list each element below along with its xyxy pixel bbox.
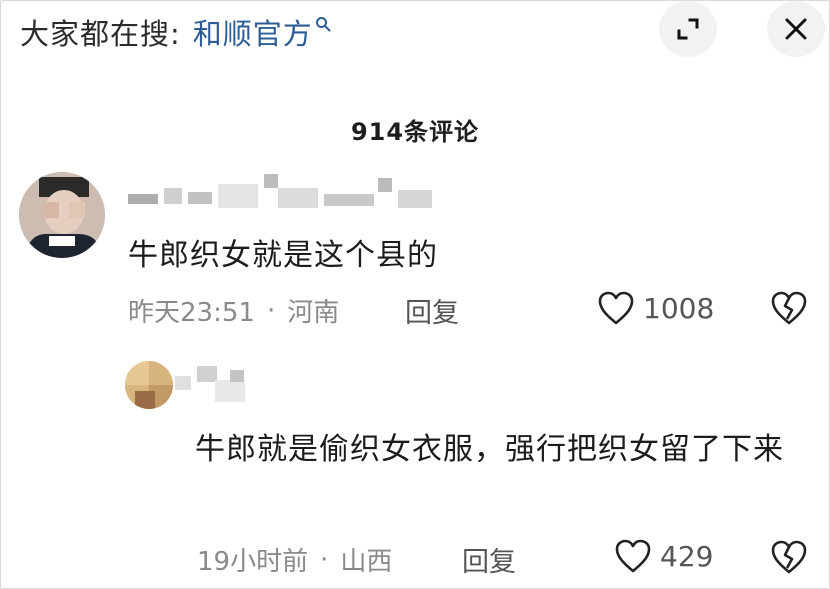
- trending-search-bar[interactable]: 大家都在搜: 和顺官方: [20, 10, 331, 54]
- broken-heart-icon[interactable]: [770, 539, 808, 575]
- comment-text: 牛郎就是偷织女衣服，强行把织女留了下来: [195, 432, 784, 467]
- trending-search-term[interactable]: 和顺官方: [193, 11, 313, 53]
- like-count: 1008: [643, 291, 715, 325]
- close-icon: [785, 18, 807, 40]
- avatar-image: [19, 172, 105, 258]
- avatar-image: [125, 361, 173, 409]
- like-count: 429: [660, 539, 714, 573]
- search-icon: [315, 17, 331, 32]
- close-button[interactable]: [767, 1, 825, 57]
- reply-button[interactable]: 回复: [405, 291, 459, 330]
- comment-meta: 19小时前 · 山西: [197, 541, 392, 578]
- comment-text: 牛郎织女就是这个县的: [128, 238, 438, 273]
- broken-heart-icon[interactable]: [770, 290, 808, 326]
- comment-time: 19小时前: [197, 547, 309, 577]
- meta-separator: ·: [266, 295, 276, 326]
- avatar[interactable]: [125, 361, 173, 409]
- trending-search-prefix: 大家都在搜:: [20, 17, 181, 51]
- meta-separator: ·: [320, 544, 329, 575]
- heart-icon: [615, 539, 651, 573]
- comment-time: 昨天23:51: [128, 298, 255, 328]
- heart-icon: [598, 291, 634, 325]
- comment-count-title: 914条评论: [350, 118, 480, 146]
- expand-icon: [677, 18, 699, 40]
- comment-location: 河南: [287, 298, 340, 328]
- avatar[interactable]: [19, 172, 105, 258]
- username-blurred[interactable]: [175, 366, 255, 406]
- reply-button[interactable]: 回复: [462, 540, 516, 579]
- comment-location: 山西: [340, 547, 393, 577]
- like-button[interactable]: 1008: [597, 290, 714, 326]
- username-blurred[interactable]: [128, 170, 438, 212]
- comment-meta: 昨天23:51 · 河南: [128, 292, 339, 329]
- like-button[interactable]: 429: [614, 538, 713, 574]
- expand-button[interactable]: [659, 1, 717, 57]
